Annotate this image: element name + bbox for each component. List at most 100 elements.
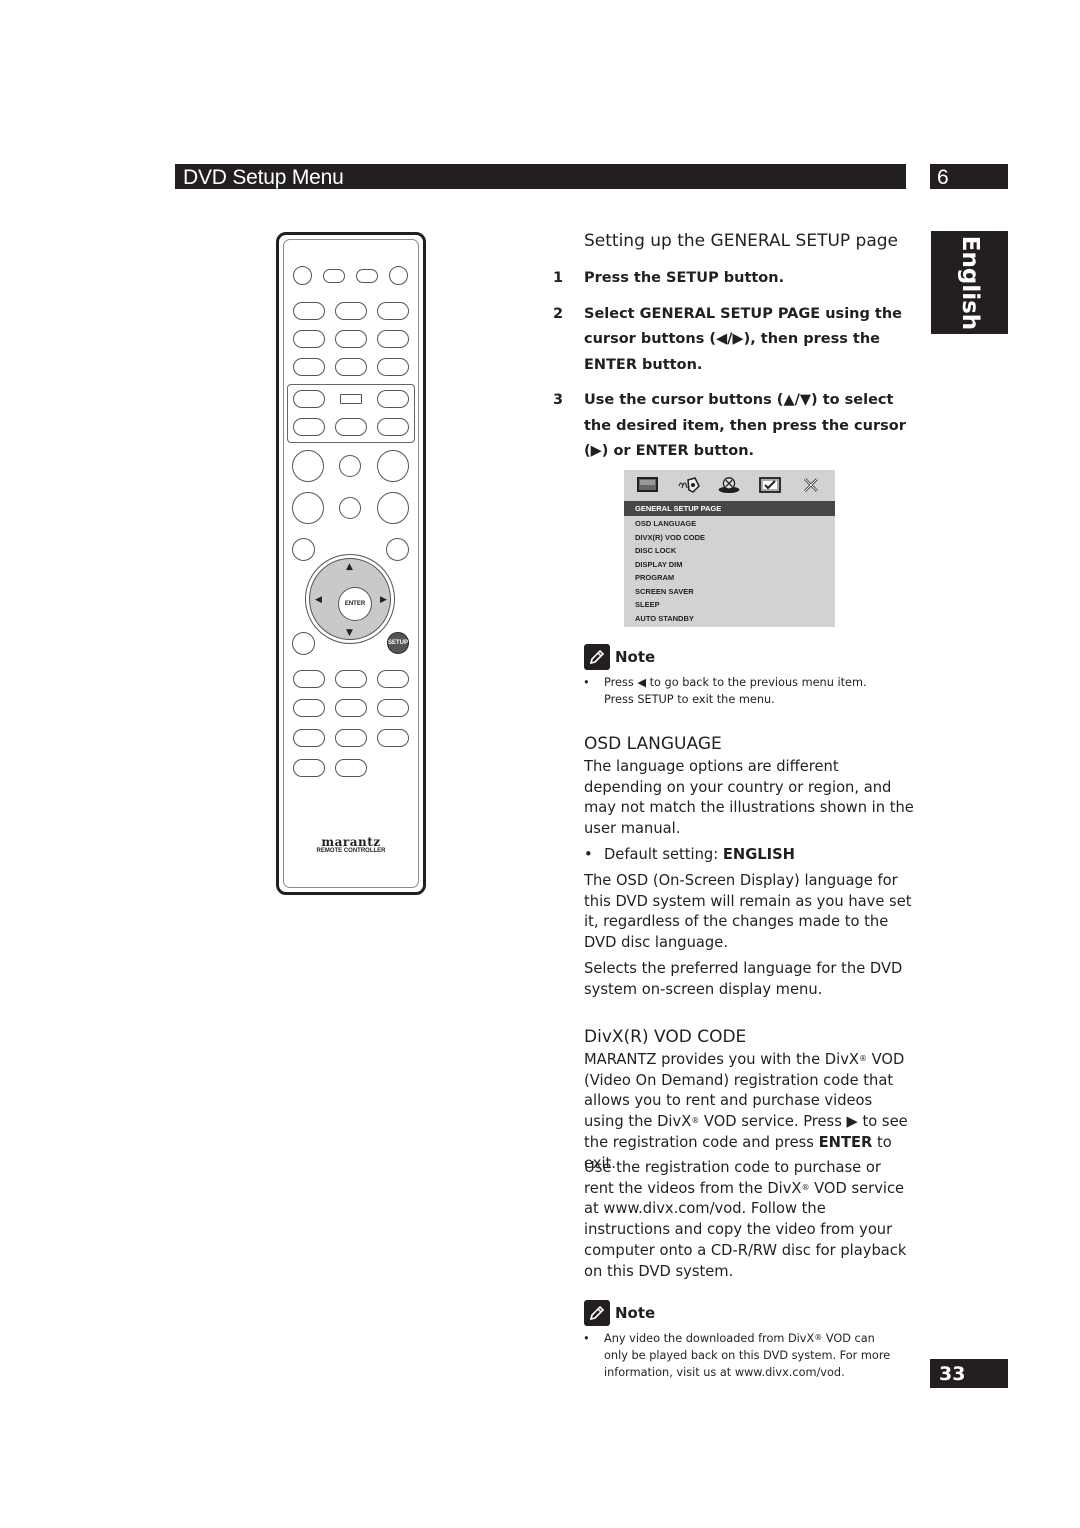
- exit-icon: [799, 475, 823, 495]
- note-title: Note: [615, 648, 656, 666]
- default-setting-label: Default setting:: [604, 846, 723, 863]
- step-item: 3 Use the cursor buttons (▲/▼) to select…: [553, 388, 913, 465]
- remote-button: [377, 390, 409, 408]
- step-number: 3: [553, 392, 564, 408]
- remote-button: [335, 330, 367, 348]
- text-run: MARANTZ provides you with the DivX: [584, 1051, 859, 1068]
- pencil-icon: [584, 1300, 610, 1326]
- page-number-box: 33: [930, 1359, 1008, 1388]
- remote-button: [377, 302, 409, 320]
- remote-button: [292, 492, 324, 524]
- divx-vod-description: MARANTZ provides you with the DivX® VOD …: [584, 1050, 914, 1174]
- remote-button: [339, 455, 361, 477]
- remote-button: [377, 358, 409, 376]
- note-line: Press ◀ to go back to the previous menu …: [604, 676, 867, 689]
- text-run: Any video the downloaded from DivX: [604, 1332, 815, 1345]
- chapter-number-box: 6: [930, 164, 1008, 189]
- note-line: information, visit us at www.divx.com/vo…: [604, 1366, 845, 1379]
- osd-language-purpose: Selects the preferred language for the D…: [584, 960, 903, 998]
- note-header: Note: [584, 644, 894, 670]
- remote-button: [335, 358, 367, 376]
- bullet: •: [583, 676, 590, 689]
- enter-button: ENTER: [338, 587, 372, 621]
- remote-button: [293, 266, 312, 285]
- note-line: Press SETUP to exit the menu.: [604, 693, 775, 706]
- remote-button: [377, 330, 409, 348]
- remote-button: [293, 729, 325, 747]
- dpad-ring: ▲ ▼ ◀ ▶ ENTER: [309, 558, 391, 640]
- step-item: 2 Select GENERAL SETUP PAGE using the cu…: [553, 302, 913, 379]
- step-number: 1: [553, 270, 564, 286]
- bullet: •: [584, 846, 593, 863]
- remote-button: [335, 418, 367, 436]
- text-run: VOD can: [822, 1332, 875, 1345]
- remote-button: [356, 269, 378, 283]
- default-setting: • Default setting: ENGLISH: [584, 845, 914, 866]
- remote-button: [323, 269, 345, 283]
- remote-button: [335, 759, 367, 777]
- remote-button: [339, 497, 361, 519]
- step-text: Select GENERAL SETUP PAGE using the curs…: [584, 305, 903, 373]
- step-text: Press the SETUP button.: [584, 270, 785, 286]
- registered-mark: ®: [814, 1333, 823, 1342]
- remote-button: [293, 759, 325, 777]
- divx-vod-instructions: Use the registration code to purchase or…: [584, 1158, 914, 1282]
- default-setting-value: ENGLISH: [722, 846, 795, 863]
- remote-button: [292, 632, 315, 655]
- remote-button: [293, 699, 325, 717]
- remote-dpad: ▲ ▼ ◀ ▶ ENTER: [305, 554, 395, 644]
- remote-button: [377, 492, 409, 524]
- osd-menu-item: DISC LOCK: [635, 546, 677, 555]
- remote-button: [386, 538, 409, 561]
- remote-button: [293, 418, 325, 436]
- note-line: Any video the downloaded from DivX® VOD …: [604, 1330, 914, 1347]
- arrow-down-icon: ▼: [346, 628, 353, 638]
- remote-brand-logo: marantz: [321, 835, 381, 849]
- arrow-right-icon: ▶: [380, 595, 387, 605]
- remote-button: [335, 302, 367, 320]
- note-box: Note • Any video the downloaded from Div…: [583, 1300, 914, 1381]
- remote-button: [377, 670, 409, 688]
- remote-button: [293, 390, 325, 408]
- setup-button: SETUP: [387, 632, 409, 654]
- step-item: 1 Press the SETUP button.: [553, 266, 913, 292]
- osd-menu-item: PROGRAM: [635, 573, 675, 582]
- registered-mark: ®: [691, 1116, 700, 1126]
- remote-button: [377, 450, 409, 482]
- bullet: •: [583, 1332, 590, 1345]
- section-title: DVD Setup Menu: [183, 166, 344, 189]
- osd-menu-item: OSD LANGUAGE: [635, 519, 697, 528]
- osd-icon-bar: [624, 470, 835, 500]
- step-text: Use the cursor buttons (▲/▼) to select t…: [584, 392, 906, 459]
- general-setup-heading: Setting up the GENERAL SETUP page: [584, 231, 899, 251]
- arrow-left-icon: ◀: [315, 595, 322, 605]
- remote-button: [293, 670, 325, 688]
- divx-vod-heading: DivX(R) VOD CODE: [584, 1027, 747, 1047]
- remote-button: [292, 538, 315, 561]
- osd-menu-item: SLEEP: [635, 600, 660, 609]
- section-header-bar: DVD Setup Menu: [175, 164, 906, 189]
- note-body: • Press ◀ to go back to the previous men…: [583, 674, 894, 708]
- registered-mark: ®: [801, 1182, 810, 1192]
- remote-button: [292, 450, 324, 482]
- remote-button: [377, 699, 409, 717]
- osd-language-persistence: The OSD (On-Screen Display) language for…: [584, 872, 912, 952]
- video-setup-icon: [717, 475, 741, 495]
- preference-icon: [758, 475, 782, 495]
- remote-subtitle: REMOTE CONTROLLER: [316, 848, 386, 854]
- remote-button: [335, 729, 367, 747]
- page-number: 33: [939, 1363, 966, 1385]
- osd-menu-item: SCREEN SAVER: [635, 586, 694, 596]
- text-run-bold: ENTER: [818, 1133, 873, 1151]
- remote-display-window: [340, 394, 362, 404]
- note-title: Note: [615, 1304, 656, 1322]
- audio-setup-icon: [677, 475, 701, 495]
- language-tab: English: [931, 231, 1008, 334]
- note-line: only be played back on this DVD system. …: [604, 1349, 891, 1362]
- osd-menu-screenshot: GENERAL SETUP PAGE OSD LANGUAGE DIVX(R) …: [624, 470, 835, 627]
- remote-button: [335, 670, 367, 688]
- osd-language-heading: OSD LANGUAGE: [584, 734, 722, 754]
- pencil-icon: [584, 644, 610, 670]
- remote-button: [377, 418, 409, 436]
- remote-button: [335, 699, 367, 717]
